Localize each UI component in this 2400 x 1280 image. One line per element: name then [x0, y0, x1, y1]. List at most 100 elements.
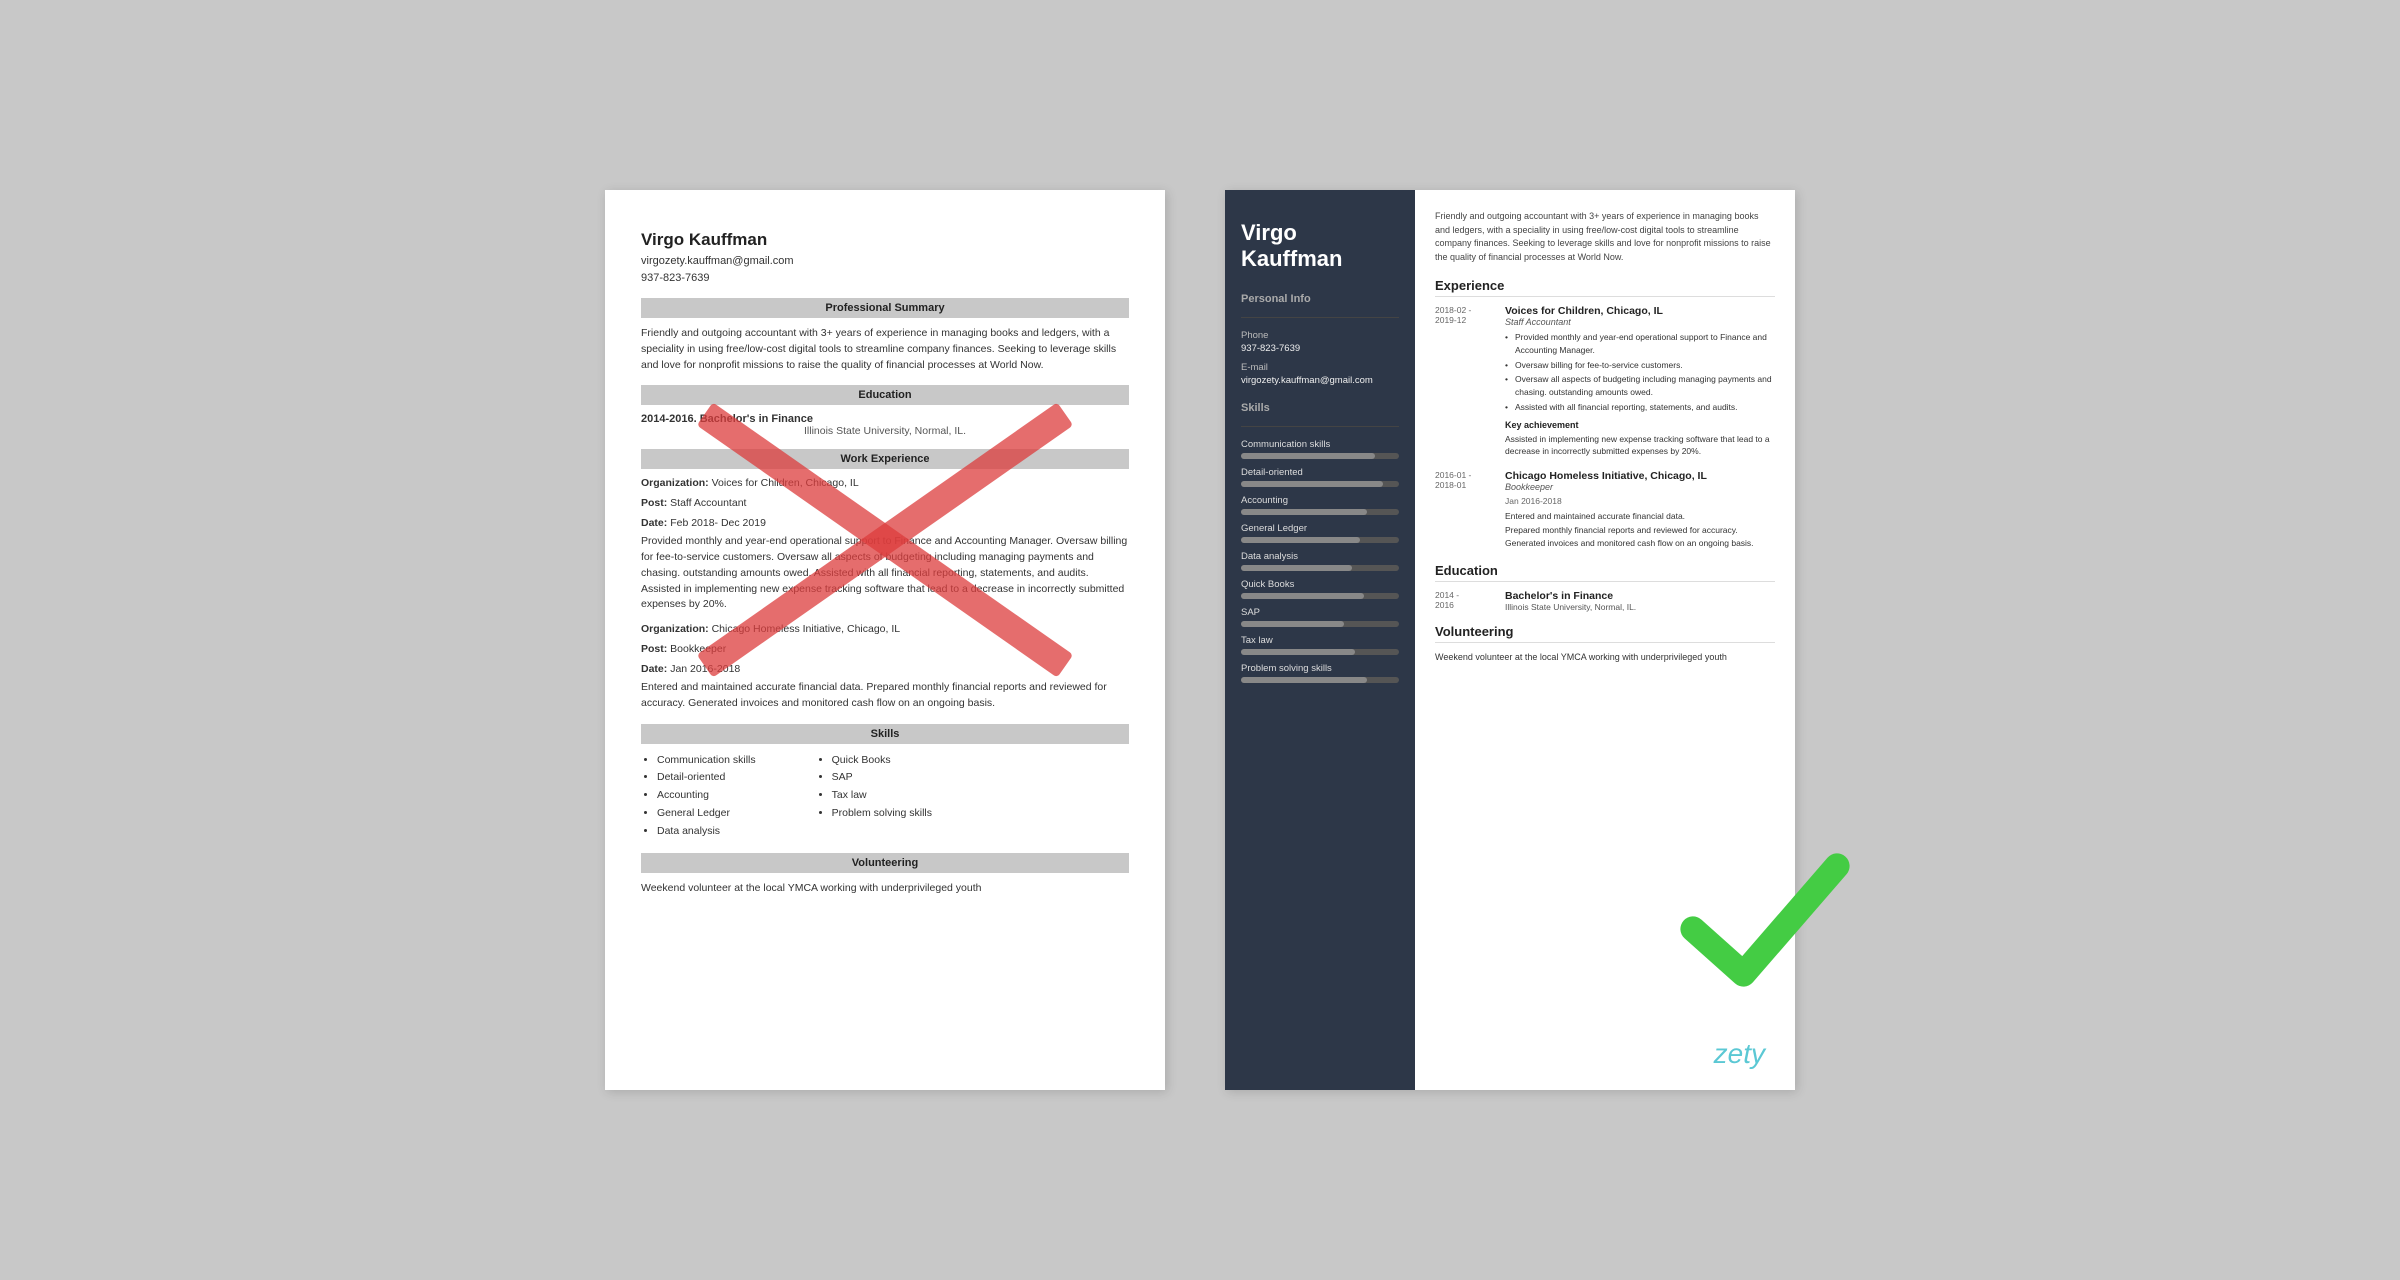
skill-item-3: Accounting: [1241, 495, 1399, 515]
plain-skills-col2: Quick Books SAP Tax law Problem solving …: [816, 752, 932, 841]
skill-item-8: Tax law: [1241, 635, 1399, 655]
resume-styled: Virgo Kauffman Personal Info Phone 937-8…: [1225, 190, 1795, 1090]
styled-job2: 2016-01 - 2018-01 Chicago Homeless Initi…: [1435, 470, 1775, 551]
plain-phone: 937-823-7639: [641, 270, 1129, 287]
skills-section-label: Skills: [1241, 402, 1399, 414]
skill-bar-bg-2: [1241, 481, 1399, 487]
styled-job1: 2018-02 - 2019-12 Voices for Children, C…: [1435, 305, 1775, 458]
skill-item-4: General Ledger: [1241, 523, 1399, 543]
styled-summary: Friendly and outgoing accountant with 3+…: [1435, 210, 1775, 264]
plain-edu-header: Education: [641, 385, 1129, 405]
plain-skills-header: Skills: [641, 724, 1129, 744]
plain-skill-4: General Ledger: [657, 805, 756, 823]
plain-job2-date: Date: Jan 2016-2018: [641, 663, 1129, 675]
plain-vol-header: Volunteering: [641, 853, 1129, 873]
styled-job1-bullet2: Oversaw billing for fee-to-service custo…: [1505, 359, 1775, 372]
styled-job2-date-end: 2018-01: [1435, 480, 1495, 490]
plain-skills-col1: Communication skills Detail-oriented Acc…: [641, 752, 756, 841]
styled-job2-company: Chicago Homeless Initiative, Chicago, IL: [1505, 470, 1775, 482]
plain-job2-date-value: Jan 2016-2018: [670, 663, 740, 675]
skill-bar-fill-2: [1241, 481, 1383, 487]
styled-job2-date-start: 2016-01 -: [1435, 470, 1495, 480]
plain-job1-org-label: Organization:: [641, 477, 712, 489]
styled-job1-company: Voices for Children, Chicago, IL: [1505, 305, 1775, 317]
plain-skill-6: Quick Books: [832, 752, 932, 770]
styled-edu-title: Education: [1435, 563, 1775, 582]
skill-bar-bg-8: [1241, 649, 1399, 655]
plain-job2-date-label: Date:: [641, 663, 670, 675]
plain-skill-7: SAP: [832, 769, 932, 787]
page-container: Virgo Kauffman virgozety.kauffman@gmail.…: [605, 190, 1795, 1090]
styled-job1-bullet3: Oversaw all aspects of budgeting includi…: [1505, 373, 1775, 399]
styled-job1-bullet4: Assisted with all financial reporting, s…: [1505, 401, 1775, 414]
plain-skill-9: Problem solving skills: [832, 805, 932, 823]
skill-bar-fill-7: [1241, 621, 1344, 627]
skill-item-6: Quick Books: [1241, 579, 1399, 599]
skill-name-5: Data analysis: [1241, 551, 1399, 562]
styled-name: Virgo Kauffman: [1241, 220, 1399, 273]
skill-bar-bg-7: [1241, 621, 1399, 627]
skill-name-6: Quick Books: [1241, 579, 1399, 590]
skill-bar-bg-1: [1241, 453, 1399, 459]
skill-bar-bg-5: [1241, 565, 1399, 571]
styled-vol-text: Weekend volunteer at the local YMCA work…: [1435, 651, 1775, 665]
styled-exp-title: Experience: [1435, 278, 1775, 297]
plain-job2-desc: Entered and maintained accurate financia…: [641, 680, 1129, 712]
plain-email: virgozety.kauffman@gmail.com: [641, 253, 1129, 270]
plain-job1-org-value: Voices for Children, Chicago, IL: [712, 477, 859, 489]
skill-item-9: Problem solving skills: [1241, 663, 1399, 683]
styled-job1-key-text: Assisted in implementing new expense tra…: [1505, 433, 1775, 459]
skill-bar-fill-1: [1241, 453, 1375, 459]
skill-bar-fill-9: [1241, 677, 1367, 683]
styled-edu1: 2014 - 2016 Bachelor's in Finance Illino…: [1435, 590, 1775, 612]
plain-job1-date: Date: Feb 2018- Dec 2019: [641, 517, 1129, 529]
styled-edu1-school: Illinois State University, Normal, IL.: [1505, 602, 1775, 612]
skill-name-3: Accounting: [1241, 495, 1399, 506]
plain-skill-8: Tax law: [832, 787, 932, 805]
zety-logo: zety: [1714, 1038, 1765, 1070]
phone-value: 937-823-7639: [1241, 343, 1399, 354]
plain-job1-date-label: Date:: [641, 517, 670, 529]
plain-edu-school: Illinois State University, Normal, IL.: [641, 425, 1129, 437]
skill-name-2: Detail-oriented: [1241, 467, 1399, 478]
styled-vol-title: Volunteering: [1435, 624, 1775, 643]
skill-item-2: Detail-oriented: [1241, 467, 1399, 487]
styled-job2-title: Bookkeeper: [1505, 482, 1775, 492]
skill-bar-fill-3: [1241, 509, 1367, 515]
plain-skill-3: Accounting: [657, 787, 756, 805]
plain-skill-5: Data analysis: [657, 823, 756, 841]
styled-edu1-end: 2016: [1435, 600, 1495, 610]
styled-main: Friendly and outgoing accountant with 3+…: [1415, 190, 1795, 1090]
email-label: E-mail: [1241, 362, 1399, 373]
skill-bar-bg-6: [1241, 593, 1399, 599]
skill-name-7: SAP: [1241, 607, 1399, 618]
styled-sidebar: Virgo Kauffman Personal Info Phone 937-8…: [1225, 190, 1415, 1090]
styled-job2-date-range: Jan 2016-2018: [1505, 496, 1775, 506]
styled-job1-title: Staff Accountant: [1505, 317, 1775, 327]
plain-job2-org: Organization: Chicago Homeless Initiativ…: [641, 623, 1129, 635]
skill-name-9: Problem solving skills: [1241, 663, 1399, 674]
skill-name-8: Tax law: [1241, 635, 1399, 646]
skill-item-5: Data analysis: [1241, 551, 1399, 571]
plain-skills-cols: Communication skills Detail-oriented Acc…: [641, 752, 1129, 841]
skill-name-1: Communication skills: [1241, 439, 1399, 450]
styled-job1-bullet1: Provided monthly and year-end operationa…: [1505, 331, 1775, 357]
email-value: virgozety.kauffman@gmail.com: [1241, 375, 1399, 386]
styled-job1-date-end: 2019-12: [1435, 315, 1495, 325]
plain-job1-date-value: Feb 2018- Dec 2019: [670, 517, 766, 529]
plain-job1-desc: Provided monthly and year-end operationa…: [641, 534, 1129, 613]
skill-name-4: General Ledger: [1241, 523, 1399, 534]
plain-job2-post: Post: Bookkeeper: [641, 643, 1129, 655]
plain-job1-post-value: Staff Accountant: [670, 497, 746, 509]
plain-job2-org-label: Organization:: [641, 623, 712, 635]
plain-skill-1: Communication skills: [657, 752, 756, 770]
plain-summary-header: Professional Summary: [641, 298, 1129, 318]
skill-bar-bg-3: [1241, 509, 1399, 515]
styled-job2-desc: Entered and maintained accurate financia…: [1505, 510, 1775, 551]
plain-job1-post-label: Post:: [641, 497, 670, 509]
plain-job2-post-value: Bookkeeper: [670, 643, 726, 655]
plain-skill-2: Detail-oriented: [657, 769, 756, 787]
plain-job1-org: Organization: Voices for Children, Chica…: [641, 477, 1129, 489]
skill-bar-fill-8: [1241, 649, 1355, 655]
plain-vol-text: Weekend volunteer at the local YMCA work…: [641, 881, 1129, 897]
